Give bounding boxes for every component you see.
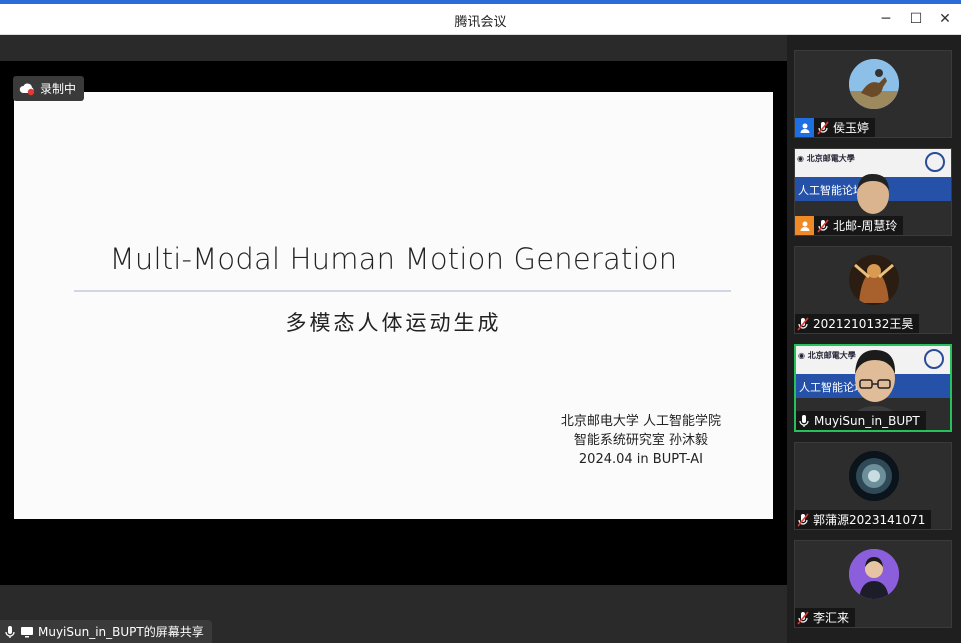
microphone-icon bbox=[4, 625, 16, 639]
participant-tile[interactable]: 李汇来 bbox=[794, 540, 952, 628]
minimize-icon[interactable]: ─ bbox=[875, 9, 897, 29]
mic-muted-icon bbox=[797, 512, 809, 527]
mic-muted-icon bbox=[817, 218, 829, 233]
participant-name: 北邮-周慧玲 bbox=[833, 219, 898, 233]
participant-tile-active-speaker[interactable]: ◉ 北京邮電大學 人工智能论坛 MuyiSun_in_BUPT bbox=[794, 344, 952, 432]
participant-name-bar: 李汇来 bbox=[795, 608, 856, 627]
slide-author-block: 北京邮电大学 人工智能学院 智能系统研究室 孙沐毅 2024.04 in BUP… bbox=[561, 412, 721, 469]
slide-meta-line: 北京邮电大学 人工智能学院 bbox=[560, 414, 721, 429]
mic-muted-icon bbox=[817, 120, 829, 135]
maximize-icon[interactable]: ☐ bbox=[905, 9, 927, 29]
participant-name-bar: 北邮-周慧玲 bbox=[795, 216, 904, 235]
participant-name: 2021210132王昊 bbox=[813, 317, 914, 331]
cohost-icon bbox=[795, 216, 814, 235]
participant-avatar bbox=[849, 255, 899, 305]
participant-name: MuyiSun_in_BUPT bbox=[814, 413, 920, 428]
participant-tile[interactable]: 郭蒲源2023141071 bbox=[794, 442, 952, 530]
shared-screen-stage: Multi-Modal Human Motion Generation 多模态人… bbox=[0, 61, 787, 585]
participant-tile[interactable]: ◉ 北京邮電大學 人工智能论坛 北邮-周慧玲 bbox=[794, 148, 952, 236]
participant-name-bar: 郭蒲源2023141071 bbox=[795, 510, 932, 529]
university-seal-icon bbox=[925, 152, 945, 172]
participant-name-bar: 侯玉婷 bbox=[795, 118, 876, 137]
participant-avatar bbox=[849, 451, 899, 501]
slide-meta-line: 智能系统研究室 孙沐毅 bbox=[573, 433, 708, 448]
title-bar: 腾讯会议 ─ ☐ ✕ bbox=[0, 4, 961, 35]
university-logo: ◉ 北京邮電大學 bbox=[797, 154, 855, 163]
slide-meta-line: 2024.04 in BUPT-AI bbox=[578, 452, 703, 467]
participant-name: 李汇来 bbox=[813, 611, 850, 625]
participant-name-bar: MuyiSun_in_BUPT bbox=[796, 411, 926, 430]
slide-title: Multi-Modal Human Motion Generation bbox=[109, 242, 678, 276]
participant-avatar bbox=[849, 59, 899, 109]
microphone-icon bbox=[798, 414, 810, 428]
screen-share-icon bbox=[20, 626, 34, 638]
participant-name: 侯玉婷 bbox=[833, 121, 870, 135]
screen-share-label-bar: MuyiSun_in_BUPT的屏幕共享 bbox=[0, 620, 212, 643]
host-icon bbox=[795, 118, 814, 137]
close-icon[interactable]: ✕ bbox=[934, 9, 956, 29]
cloud-record-icon bbox=[19, 83, 35, 95]
mic-muted-icon bbox=[797, 610, 809, 625]
participant-tile[interactable]: 2021210132王昊 bbox=[794, 246, 952, 334]
participant-avatar bbox=[849, 549, 899, 599]
presentation-slide: Multi-Modal Human Motion Generation 多模态人… bbox=[14, 92, 773, 519]
university-seal-icon bbox=[924, 349, 944, 369]
screen-share-owner: MuyiSun_in_BUPT的屏幕共享 bbox=[38, 625, 204, 639]
recording-label: 录制中 bbox=[40, 82, 77, 96]
mic-muted-icon bbox=[797, 316, 809, 331]
participant-name-bar: 2021210132王昊 bbox=[795, 314, 920, 333]
participant-tile[interactable]: 侯玉婷 bbox=[794, 50, 952, 138]
slide-subtitle: 多模态人体运动生成 bbox=[285, 311, 502, 335]
slide-divider bbox=[74, 290, 731, 292]
participant-name: 郭蒲源2023141071 bbox=[813, 513, 926, 527]
recording-indicator[interactable]: 录制中 bbox=[13, 76, 85, 101]
window-title: 腾讯会议 bbox=[454, 15, 507, 30]
